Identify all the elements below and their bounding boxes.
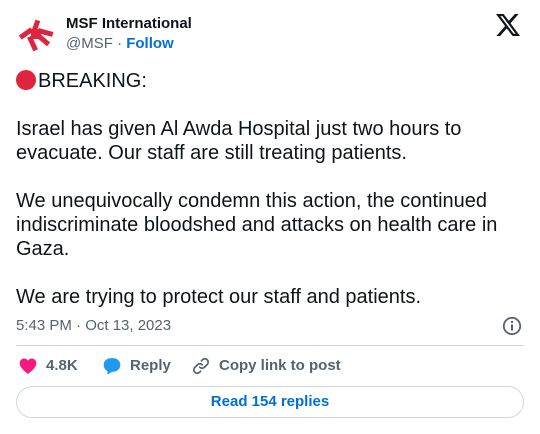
copy-link-button[interactable]: Copy link to post (191, 356, 341, 376)
tweet-header: MSF International @MSF · Follow (16, 12, 524, 56)
handle[interactable]: @MSF (66, 35, 113, 52)
author-names: MSF International @MSF · Follow (66, 15, 192, 54)
like-count: 4.8K (46, 357, 78, 374)
reply-label: Reply (130, 357, 171, 374)
separator: · (117, 35, 123, 52)
heart-icon (19, 358, 37, 374)
x-logo-icon[interactable] (496, 14, 522, 38)
display-name[interactable]: MSF International (66, 15, 192, 33)
speech-bubble-icon (103, 358, 121, 375)
action-bar: 4.8K Reply Copy link to post (16, 356, 524, 378)
tweet-embed-card: MSF International @MSF · Follow BREAKING… (0, 0, 540, 434)
tweet-paragraph-1: Israel has given Al Awda Hospital just t… (16, 118, 467, 164)
red-circle-icon (16, 70, 36, 90)
timestamp[interactable]: 5:43 PM · Oct 13, 2023 (16, 317, 171, 334)
breaking-line: BREAKING: (38, 70, 147, 92)
meta-row: 5:43 PM · Oct 13, 2023 (16, 316, 524, 336)
read-replies-button[interactable]: Read 154 replies (16, 386, 524, 418)
handle-row: @MSF · Follow (66, 34, 192, 54)
divider (16, 345, 524, 346)
msf-logo-icon[interactable] (16, 14, 56, 54)
tweet-paragraph-2: We unequivocally condemn this action, th… (16, 190, 503, 260)
tweet-body: BREAKING: Israel has given Al Awda Hospi… (16, 69, 524, 309)
info-icon[interactable] (502, 316, 522, 336)
link-icon (192, 357, 210, 375)
like-button[interactable]: 4.8K (18, 356, 78, 376)
tweet-paragraph-3: We are trying to protect our staff and p… (16, 286, 422, 308)
copy-label: Copy link to post (219, 357, 341, 374)
follow-button[interactable]: Follow (126, 35, 174, 52)
reply-button[interactable]: Reply (102, 356, 171, 376)
